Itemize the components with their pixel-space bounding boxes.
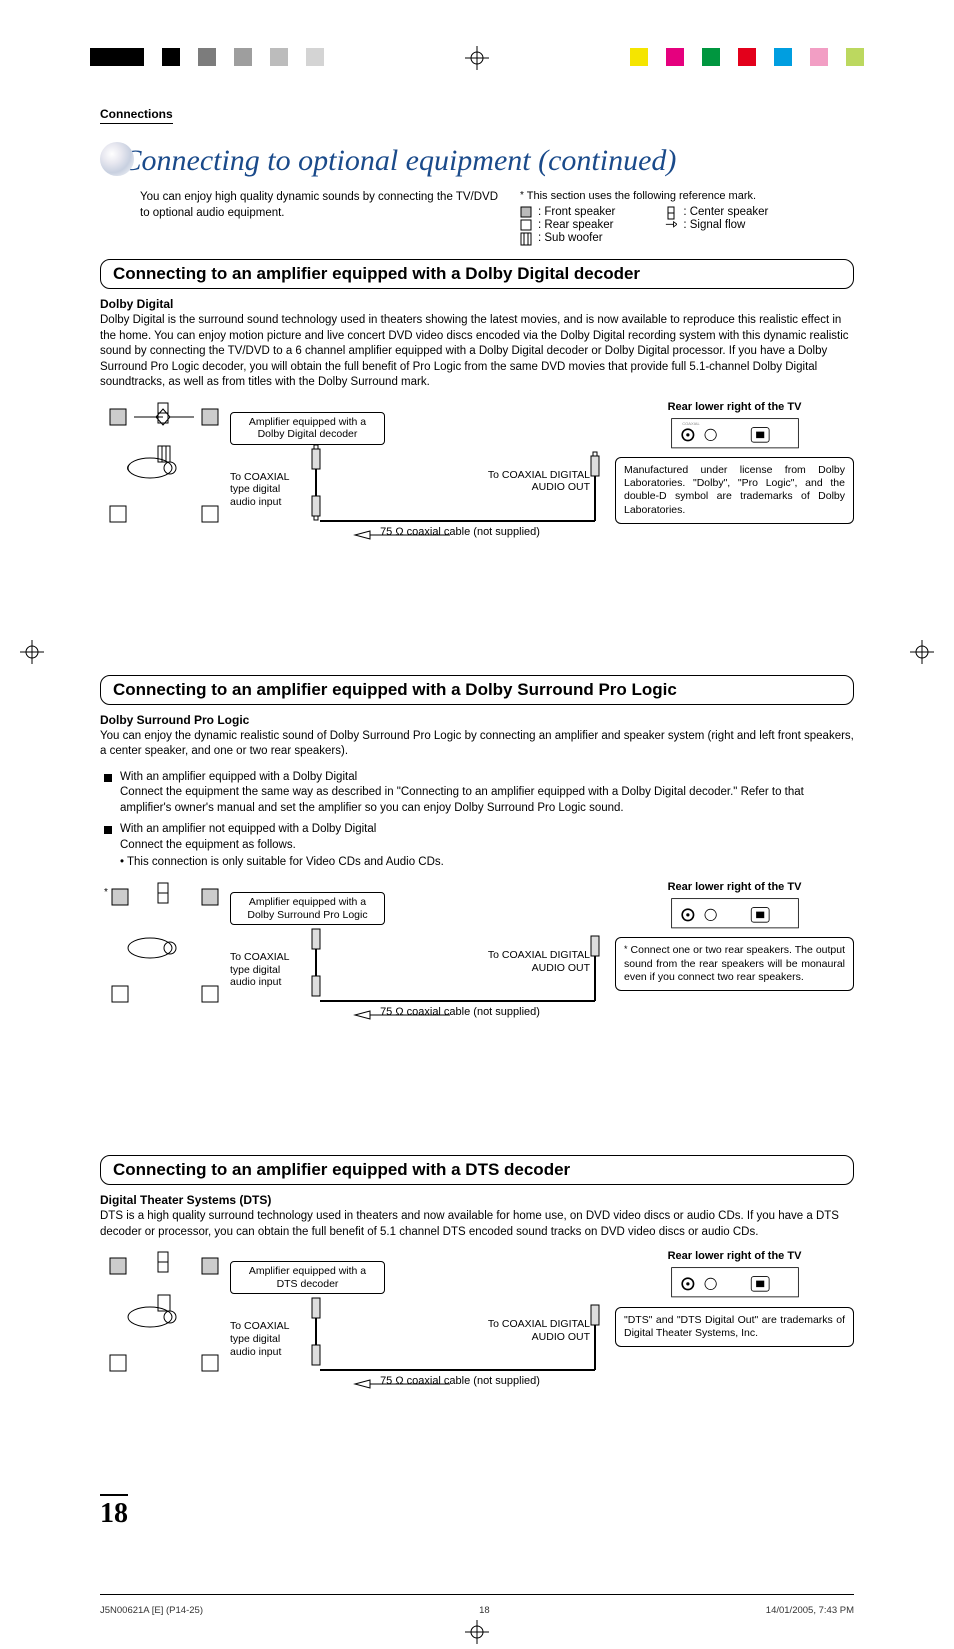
subwoofer-icon bbox=[520, 232, 532, 244]
s3-coax-out: To COAXIAL DIGITAL AUDIO OUT bbox=[470, 1318, 590, 1343]
section1-subhead: Dolby Digital bbox=[100, 297, 854, 311]
s2-bullet2: With an amplifier not equipped with a Do… bbox=[104, 822, 854, 871]
s3-rear-label: Rear lower right of the TV bbox=[615, 1250, 854, 1262]
section2-body: You can enjoy the dynamic realistic soun… bbox=[100, 729, 854, 760]
svg-text:COAXIAL: COAXIAL bbox=[682, 421, 700, 426]
tv-jack-icon bbox=[670, 897, 800, 930]
square-bullet-icon bbox=[104, 826, 112, 834]
intro-left-text: You can enjoy high quality dynamic sound… bbox=[140, 190, 500, 245]
s1-coax-out: To COAXIAL DIGITAL AUDIO OUT bbox=[470, 469, 590, 494]
s3-cable: 75 Ω coaxial cable (not supplied) bbox=[360, 1375, 560, 1387]
s2-coax-out: To COAXIAL DIGITAL AUDIO OUT bbox=[470, 949, 590, 974]
section-header: Connections bbox=[100, 107, 173, 124]
s2-coax-in: To COAXIAL type digital audio input bbox=[230, 951, 300, 989]
s1-note: Manufactured under license from Dolby La… bbox=[615, 457, 854, 524]
s2-rear-label: Rear lower right of the TV bbox=[615, 881, 854, 893]
svg-text:*: * bbox=[104, 887, 108, 898]
page-title-text: Connecting to optional equipment (contin… bbox=[122, 144, 677, 177]
footer-right: 14/01/2005, 7:43 PM bbox=[766, 1605, 854, 1616]
s1-cable: 75 Ω coaxial cable (not supplied) bbox=[360, 526, 560, 538]
section3-diagram: Amplifier equipped with a DTS decoder To… bbox=[100, 1250, 600, 1509]
tv-jack-icon: COAXIAL bbox=[670, 417, 800, 450]
s1-coax-in: To COAXIAL type digital audio input bbox=[230, 471, 300, 509]
square-bullet-icon bbox=[104, 774, 112, 782]
signal-flow-icon bbox=[665, 219, 677, 231]
crosshair-bottom bbox=[465, 1620, 489, 1644]
title-orb-icon bbox=[100, 142, 134, 176]
section2-banner: Connecting to an amplifier equipped with… bbox=[100, 675, 854, 705]
section1-diagram: Amplifier equipped with a Dolby Digital … bbox=[100, 401, 600, 660]
intro-right-text: * This section uses the following refere… bbox=[520, 190, 854, 202]
s3-ampbox: Amplifier equipped with a DTS decoder bbox=[230, 1261, 385, 1294]
s3-coax-in: To COAXIAL type digital audio input bbox=[230, 1320, 300, 1358]
section1-banner: Connecting to an amplifier equipped with… bbox=[100, 259, 854, 289]
front-speaker-icon bbox=[520, 206, 532, 218]
section3-body: DTS is a high quality surround technolog… bbox=[100, 1209, 854, 1240]
legend: : Front speaker : Rear speaker : Sub woo… bbox=[520, 206, 854, 245]
section2-subhead: Dolby Surround Pro Logic bbox=[100, 713, 854, 727]
s3-note: "DTS" and "DTS Digital Out" are trademar… bbox=[615, 1307, 854, 1347]
s2-ampbox: Amplifier equipped with a Dolby Surround… bbox=[230, 892, 385, 925]
section2-diagram: * Amplifier equipped with a Dolby Surrou… bbox=[100, 881, 600, 1140]
tv-jack-icon bbox=[670, 1266, 800, 1299]
rear-speaker-icon bbox=[520, 219, 532, 231]
footer: J5N00621A [E] (P14-25) 18 14/01/2005, 7:… bbox=[0, 1595, 954, 1616]
s2-cable: 75 Ω coaxial cable (not supplied) bbox=[360, 1006, 560, 1018]
s1-ampbox: Amplifier equipped with a Dolby Digital … bbox=[230, 412, 385, 445]
s2-note: * Connect one or two rear speakers. The … bbox=[615, 937, 854, 990]
footer-mid: 18 bbox=[479, 1605, 490, 1616]
center-speaker-icon bbox=[665, 206, 677, 218]
footer-left: J5N00621A [E] (P14-25) bbox=[100, 1605, 203, 1616]
section3-subhead: Digital Theater Systems (DTS) bbox=[100, 1193, 854, 1207]
s1-rear-label: Rear lower right of the TV bbox=[615, 401, 854, 413]
page-number: 18 bbox=[100, 1494, 128, 1530]
page-title: Connecting to optional equipment (contin… bbox=[100, 144, 854, 180]
section1-body: Dolby Digital is the surround sound tech… bbox=[100, 313, 854, 391]
section3-banner: Connecting to an amplifier equipped with… bbox=[100, 1155, 854, 1185]
s2-bullet1: With an amplifier equipped with a Dolby … bbox=[104, 770, 854, 817]
